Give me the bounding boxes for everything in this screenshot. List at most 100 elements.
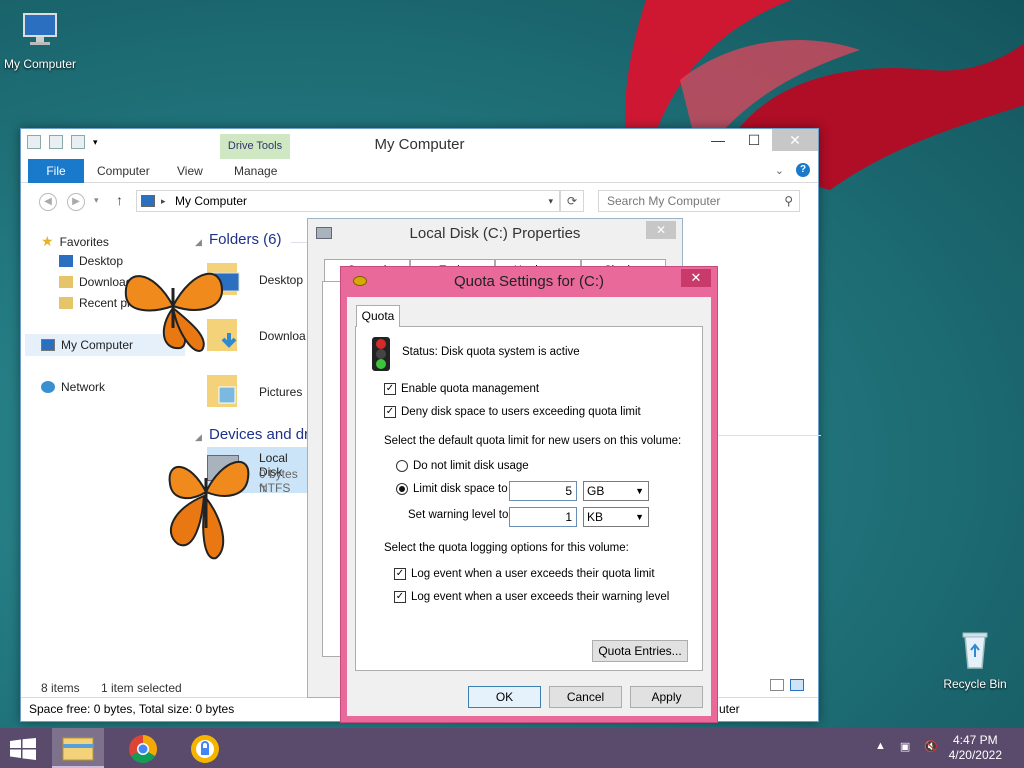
refresh-button[interactable]: ⟳: [560, 190, 584, 212]
clock-date: 4/20/2022: [948, 748, 1002, 762]
address-bar[interactable]: ▸ My Computer ▾: [136, 190, 560, 212]
apply-button[interactable]: Apply: [630, 686, 703, 708]
file-explorer-icon: [62, 737, 94, 761]
select-value: GB: [587, 484, 605, 498]
tab-file[interactable]: File: [28, 159, 84, 183]
star-icon: ★: [41, 233, 54, 249]
ribbon-expand-icon[interactable]: ⌄: [775, 164, 784, 177]
nav-label: Network: [61, 380, 106, 394]
computer-small-icon: [141, 195, 155, 207]
windows-start-button[interactable]: [10, 738, 36, 760]
network-tray-icon[interactable]: ▣: [900, 740, 910, 753]
folder-downloads[interactable]: Downloa: [259, 329, 306, 343]
desktop-icon-recycle-bin[interactable]: Recycle Bin: [935, 630, 1015, 691]
tab-manage[interactable]: Manage: [234, 159, 277, 183]
up-button[interactable]: ↑: [116, 192, 123, 208]
taskbar: ▲ ▣ 🔇 4:47 PM 4/20/2022: [0, 728, 1024, 768]
enable-quota-checkbox[interactable]: ✓ Enable quota management: [384, 383, 539, 395]
quota-entries-button[interactable]: Quota Entries...: [592, 640, 688, 662]
taskbar-file-explorer[interactable]: [52, 728, 104, 768]
checkbox-checked[interactable]: ✓: [394, 591, 406, 603]
clock-time: 4:47 PM: [952, 733, 998, 747]
log-quota-limit-checkbox[interactable]: ✓ Log event when a user exceeds their qu…: [394, 568, 655, 580]
taskbar-secure-browser[interactable]: [179, 728, 231, 768]
minimize-button[interactable]: —: [700, 129, 736, 151]
deny-disk-space-checkbox[interactable]: ✓ Deny disk space to users exceeding quo…: [384, 406, 641, 418]
checkbox-label: Log event when a user exceeds their quot…: [411, 568, 655, 580]
back-button[interactable]: ◀: [39, 193, 57, 211]
tab-computer[interactable]: Computer: [97, 159, 150, 183]
chevron-down-icon[interactable]: ▾: [548, 191, 553, 211]
radio-label: Do not limit disk usage: [413, 460, 529, 472]
warning-unit-select[interactable]: KB ▼: [583, 507, 649, 527]
chrome-icon: [129, 735, 157, 763]
search-input[interactable]: Search My Computer ⚲: [598, 190, 800, 212]
nav-desktop[interactable]: Desktop: [59, 254, 123, 268]
folder-pictures-icon: [207, 375, 237, 407]
properties-close-button[interactable]: ✕: [646, 221, 676, 239]
recent-locations-icon[interactable]: ▾: [94, 195, 99, 206]
desktop-icon-label: Recycle Bin: [943, 677, 1007, 691]
properties-title: Local Disk (C:) Properties: [409, 225, 581, 242]
folder-pictures[interactable]: Pictures: [259, 385, 302, 399]
logging-heading: Select the quota logging options for thi…: [384, 542, 629, 554]
taskbar-chrome[interactable]: [117, 728, 169, 768]
quota-close-button[interactable]: ✕: [681, 269, 711, 287]
ok-button[interactable]: OK: [468, 686, 541, 708]
window-title: My Computer: [374, 136, 465, 153]
show-hidden-icons-icon[interactable]: ▲: [875, 740, 886, 753]
limit-value-input[interactable]: 5: [509, 481, 577, 501]
quota-settings-dialog: Quota Settings for (C:) ✕ Quota Status: …: [340, 266, 718, 723]
limit-disk-space-radio[interactable]: Limit disk space to: [396, 483, 508, 495]
nav-network[interactable]: Network: [41, 380, 105, 394]
address-row: ◀ ▶ ▾ ↑ ▸ My Computer ▾ ⟳ Search My Comp…: [21, 187, 818, 215]
butterfly-icon: [124, 272, 224, 352]
close-button[interactable]: ✕: [772, 129, 818, 151]
ribbon-tabs: File Computer View Manage: [21, 159, 818, 183]
taskbar-clock[interactable]: 4:47 PM 4/20/2022: [949, 733, 1002, 763]
breadcrumb-arrow-icon: ▸: [161, 196, 166, 206]
radio-selected[interactable]: [396, 483, 408, 495]
status-selected-count: 1 item selected: [101, 681, 182, 695]
warning-level-label: Set warning level to: [408, 509, 509, 521]
search-placeholder: Search My Computer: [607, 194, 721, 208]
help-icon[interactable]: ?: [796, 163, 810, 177]
network-icon: [41, 381, 55, 393]
checkbox-label: Deny disk space to users exceeding quota…: [401, 406, 641, 418]
select-value: KB: [587, 510, 604, 524]
checkbox-checked[interactable]: ✓: [394, 568, 406, 580]
traffic-light-icon: [372, 337, 390, 371]
status-item-count: 8 items: [41, 681, 80, 695]
tab-quota[interactable]: Quota: [356, 305, 400, 327]
explorer-titlebar[interactable]: ▾ Drive Tools My Computer — ☐ ✕: [21, 129, 818, 159]
forward-button[interactable]: ▶: [67, 193, 85, 211]
no-limit-radio[interactable]: Do not limit disk usage: [396, 460, 529, 472]
radio-unselected[interactable]: [396, 460, 408, 472]
tab-view[interactable]: View: [177, 159, 203, 183]
volume-muted-icon[interactable]: 🔇: [924, 740, 938, 753]
window-controls: — ☐ ✕: [700, 129, 818, 151]
desktop-icon-my-computer[interactable]: My Computer: [0, 10, 80, 71]
nav-favorites[interactable]: ★ Favorites: [41, 233, 109, 250]
cancel-button[interactable]: Cancel: [549, 686, 622, 708]
computer-icon: [41, 339, 55, 351]
system-tray: ▲ ▣ 🔇: [875, 740, 938, 753]
recent-places-icon: [59, 297, 73, 309]
chevron-down-icon: ▼: [635, 486, 644, 496]
large-icons-view-icon[interactable]: [790, 679, 804, 691]
details-view-icon[interactable]: [770, 679, 784, 691]
nav-label: Favorites: [59, 234, 109, 249]
limit-unit-select[interactable]: GB ▼: [583, 481, 649, 501]
checkbox-label: Log event when a user exceeds their warn…: [411, 591, 670, 603]
devices-group-header[interactable]: Devices and dr: [209, 426, 309, 443]
folders-group-header[interactable]: Folders (6): [209, 231, 282, 248]
log-warning-level-checkbox[interactable]: ✓ Log event when a user exceeds their wa…: [394, 591, 669, 603]
folder-desktop[interactable]: Desktop: [259, 273, 303, 287]
address-text: My Computer: [175, 194, 248, 208]
checkbox-checked[interactable]: ✓: [384, 383, 396, 395]
checkbox-checked[interactable]: ✓: [384, 406, 396, 418]
maximize-button[interactable]: ☐: [736, 129, 772, 151]
warning-value-input[interactable]: 1: [509, 507, 577, 527]
collapse-icon[interactable]: ◢: [195, 432, 202, 443]
collapse-icon[interactable]: ◢: [195, 237, 202, 248]
